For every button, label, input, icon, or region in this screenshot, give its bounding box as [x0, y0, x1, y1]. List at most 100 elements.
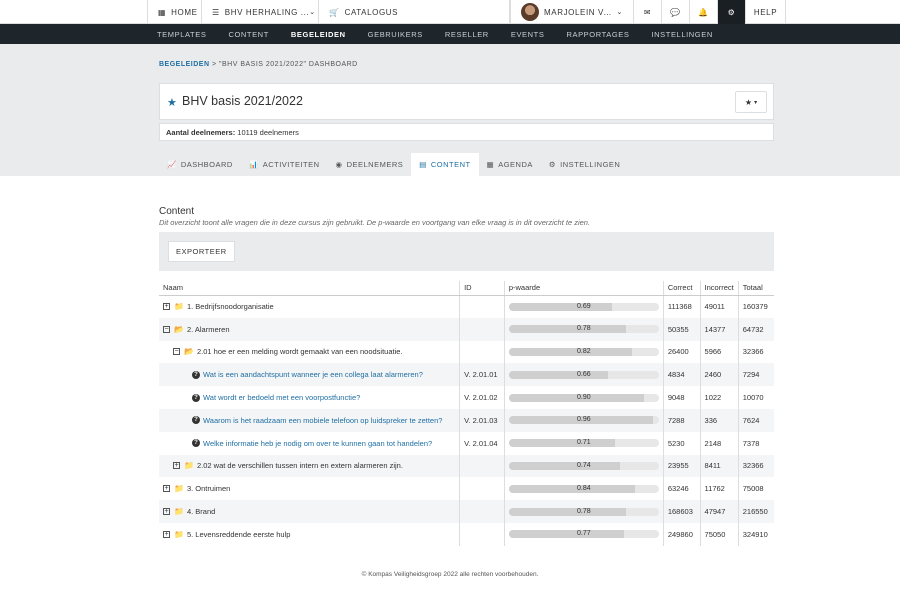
- p-value-bar: 0.74: [508, 461, 659, 470]
- question-icon: ?: [192, 439, 200, 448]
- row-correct: 168603: [663, 500, 701, 523]
- row-correct: 9048: [663, 386, 701, 409]
- row-total: 7624: [738, 408, 774, 432]
- nav-instellingen[interactable]: INSTELLINGEN: [651, 30, 712, 39]
- favorite-button[interactable]: ★ ▾: [735, 91, 767, 113]
- header-total[interactable]: Totaal: [738, 281, 774, 296]
- tab-deelnemers[interactable]: ◉ DEELNEMERS: [328, 153, 412, 176]
- participants-box: Aantal deelnemers: 10119 deelnemers: [159, 123, 774, 141]
- row-total: 75008: [742, 484, 764, 494]
- header-incorrect[interactable]: Incorrect: [700, 281, 739, 296]
- p-value-bar: 0.78: [508, 325, 659, 334]
- grid-icon: ▦: [158, 7, 167, 17]
- question-link[interactable]: Wat wordt er bedoeld met een voorpostfun…: [203, 393, 360, 402]
- table-row: ? Welke informatie heb je nodig om over …: [159, 431, 774, 455]
- mail-button[interactable]: ✉: [634, 0, 662, 24]
- participants-label: Aantal deelnemers:: [166, 128, 236, 137]
- gear-icon: ⚙: [548, 160, 557, 169]
- p-value-label: 0.74: [577, 461, 591, 469]
- chat-button[interactable]: 💬: [662, 0, 690, 24]
- question-icon: ?: [192, 416, 200, 425]
- header-p-value[interactable]: p-waarde: [504, 281, 664, 296]
- expand-icon[interactable]: +: [163, 530, 170, 538]
- row-id: [459, 340, 505, 364]
- nav-rapportages[interactable]: RAPPORTAGES: [566, 30, 629, 39]
- row-total: 216550: [738, 500, 774, 523]
- expand-icon[interactable]: +: [173, 462, 180, 470]
- catalog-button[interactable]: 🛒 CATALOGUS: [319, 0, 510, 24]
- row-incorrect: 11762: [700, 477, 739, 501]
- collapse-icon[interactable]: −: [173, 348, 180, 356]
- p-value-label: 0.66: [577, 370, 591, 378]
- export-button[interactable]: EXPORTEER: [168, 241, 235, 262]
- expand-icon[interactable]: +: [163, 485, 170, 493]
- p-value-bar: 0.82: [508, 347, 659, 356]
- nav-content[interactable]: CONTENT: [228, 30, 268, 39]
- home-button[interactable]: ▦ HOME: [147, 0, 202, 24]
- nav-reseller[interactable]: RESELLER: [445, 30, 489, 39]
- folder-icon: 📁: [174, 529, 184, 539]
- row-name: 3. Ontruimen: [186, 484, 231, 494]
- row-total: 10070: [742, 393, 764, 403]
- table-row: + 📁 4. Brand 0.78 168603 47947 216550: [159, 500, 774, 523]
- tab-label: AGENDA: [498, 160, 533, 169]
- footer: © Kompas Veiligheidsgroep 2022 alle rech…: [361, 571, 539, 578]
- table-row: ? Waarom is het raadzaam een mobiele tel…: [159, 408, 774, 432]
- header-id[interactable]: ID: [459, 281, 505, 296]
- row-total: 7378: [742, 438, 760, 448]
- nav-templates[interactable]: TEMPLATES: [157, 30, 206, 39]
- course-label: BHV HERHALING ...: [224, 7, 310, 17]
- tab-activiteiten[interactable]: 📊 ACTIVITEITEN: [241, 153, 328, 176]
- chevron-down-icon: ⌄: [309, 9, 316, 16]
- chart-icon: 📈: [167, 160, 177, 169]
- cart-icon: 🛒: [329, 7, 340, 17]
- row-correct: 26400: [663, 340, 701, 364]
- tab-content[interactable]: ▤ CONTENT: [411, 153, 479, 176]
- document-icon: ▤: [419, 160, 427, 169]
- star-icon: ★: [167, 97, 177, 109]
- row-correct: 4834: [663, 363, 701, 387]
- collapse-icon[interactable]: −: [163, 325, 170, 333]
- tab-dashboard[interactable]: 📈 DASHBOARD: [159, 153, 241, 176]
- breadcrumb-current: > "BHV BASIS 2021/2022" DASHBOARD: [209, 61, 358, 68]
- breadcrumb-link[interactable]: BEGELEIDEN: [159, 61, 210, 68]
- nav-gebruikers[interactable]: GEBRUIKERS: [368, 30, 423, 39]
- tab-agenda[interactable]: ▦ AGENDA: [479, 153, 541, 176]
- row-id: [459, 317, 505, 341]
- table-row: ? Wat is een aandachtspunt wanneer je ee…: [159, 363, 774, 387]
- course-dropdown[interactable]: ☰ BHV HERHALING ... ⌄: [202, 0, 319, 24]
- row-total: 32366: [742, 347, 764, 357]
- bar-chart-icon: 📊: [248, 160, 259, 169]
- notifications-button[interactable]: 🔔: [690, 0, 718, 24]
- question-link[interactable]: Waarom is het raadzaam een mobiele telef…: [203, 416, 442, 425]
- row-total: 160379: [742, 302, 768, 312]
- expand-icon[interactable]: +: [163, 508, 170, 516]
- folder-icon: 📁: [184, 461, 194, 471]
- row-correct: 23955: [663, 454, 701, 478]
- folder-icon: 📁: [174, 484, 184, 494]
- row-incorrect: 2460: [700, 363, 739, 387]
- help-button[interactable]: HELP: [746, 0, 786, 24]
- header-name[interactable]: Naam: [159, 281, 461, 296]
- row-correct: 249860: [663, 522, 701, 546]
- row-id: [459, 477, 505, 501]
- row-incorrect: 2148: [700, 431, 739, 455]
- nav-begeleiden[interactable]: BEGELEIDEN: [291, 30, 346, 48]
- row-correct: 7288: [663, 408, 701, 432]
- user-menu[interactable]: MARJOLEIN VA... ⌄: [510, 0, 634, 24]
- question-link[interactable]: Welke informatie heb je nodig om over te…: [203, 439, 432, 448]
- row-id: V. 2.01.02: [459, 386, 505, 409]
- row-id: V. 2.01.01: [459, 363, 505, 387]
- export-panel: EXPORTEER: [159, 232, 774, 271]
- header-correct[interactable]: Correct: [663, 281, 701, 296]
- p-value-bar: 0.90: [508, 393, 659, 402]
- settings-button[interactable]: ⚙: [718, 0, 746, 24]
- row-correct: 50355: [663, 317, 701, 341]
- expand-icon[interactable]: +: [163, 303, 170, 311]
- nav-events[interactable]: EVENTS: [511, 30, 545, 39]
- tab-instellingen[interactable]: ⚙ INSTELLINGEN: [541, 153, 628, 176]
- question-link[interactable]: Wat is een aandachtspunt wanneer je een …: [203, 370, 423, 379]
- tab-bar: 📈 DASHBOARD 📊 ACTIVITEITEN ◉ DEELNEMERS …: [159, 153, 628, 176]
- question-icon: ?: [192, 393, 200, 402]
- title-panel: ★ BHV basis 2021/2022 ★ ▾: [159, 83, 774, 120]
